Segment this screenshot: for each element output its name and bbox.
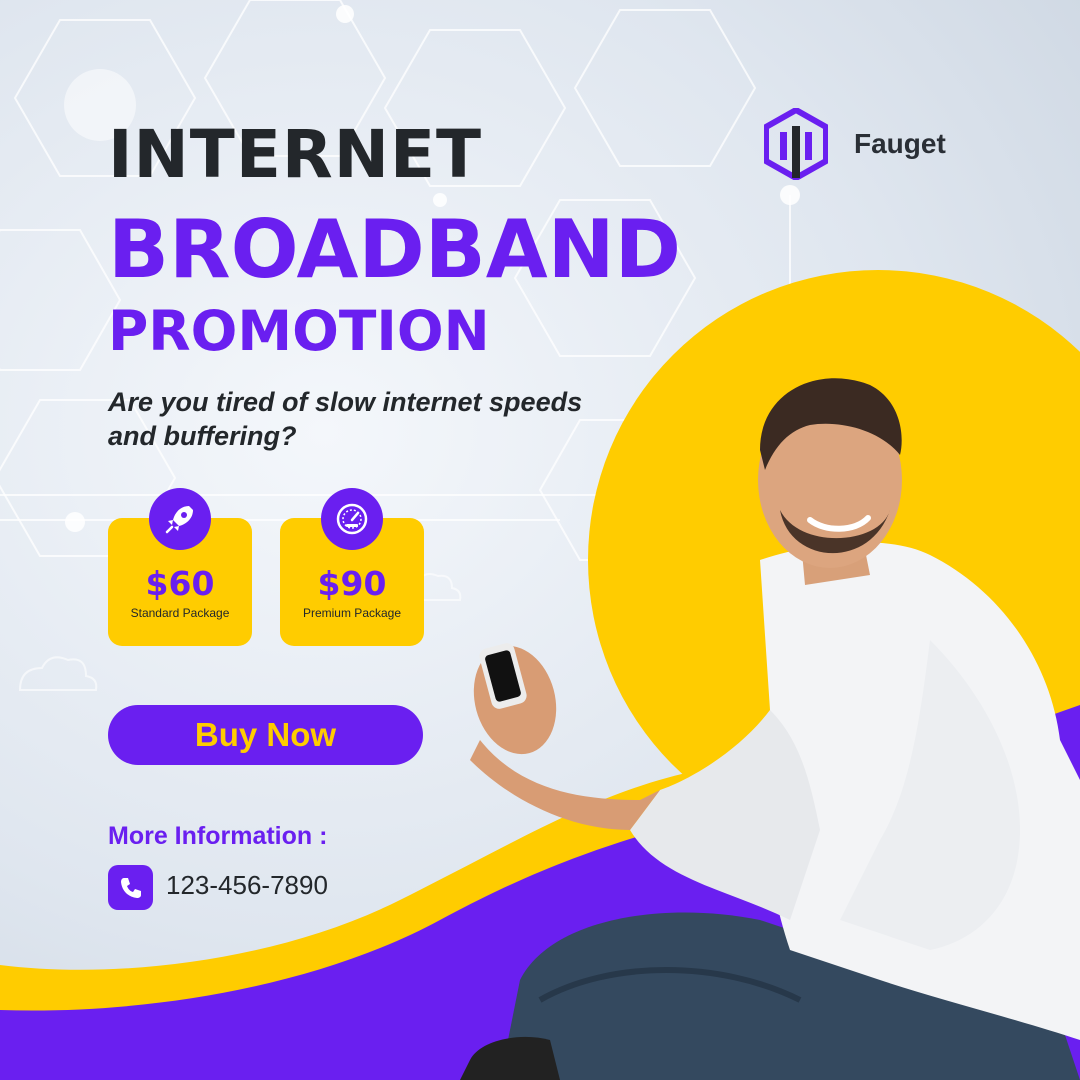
hexagon-bars-logo-icon [764, 108, 828, 180]
rocket-icon [149, 488, 211, 550]
package-price: $60 [145, 564, 215, 603]
phone-icon [108, 865, 153, 910]
promo-canvas: Fauget INTERNET BROADBAND PROMOTION Are … [0, 0, 1080, 1080]
headline-line-3: PROMOTION [108, 299, 490, 363]
headline-line-1: INTERNET [108, 116, 483, 193]
phone-number[interactable]: 123-456-7890 [166, 870, 328, 901]
buy-now-button[interactable]: Buy Now [108, 705, 423, 765]
package-name: Premium Package [302, 606, 402, 620]
package-card-premium[interactable]: $90 Premium Package [280, 488, 424, 646]
person-with-phone-image [460, 378, 1080, 1080]
package-name: Standard Package [130, 606, 230, 620]
brand-logo: Fauget [764, 108, 946, 180]
package-price: $90 [317, 564, 387, 603]
speedometer-icon [321, 488, 383, 550]
package-card-standard[interactable]: $60 Standard Package [108, 488, 252, 646]
more-information-heading: More Information : [108, 822, 328, 850]
brand-name: Fauget [854, 128, 946, 159]
headline-line-2: BROADBAND [108, 203, 682, 296]
